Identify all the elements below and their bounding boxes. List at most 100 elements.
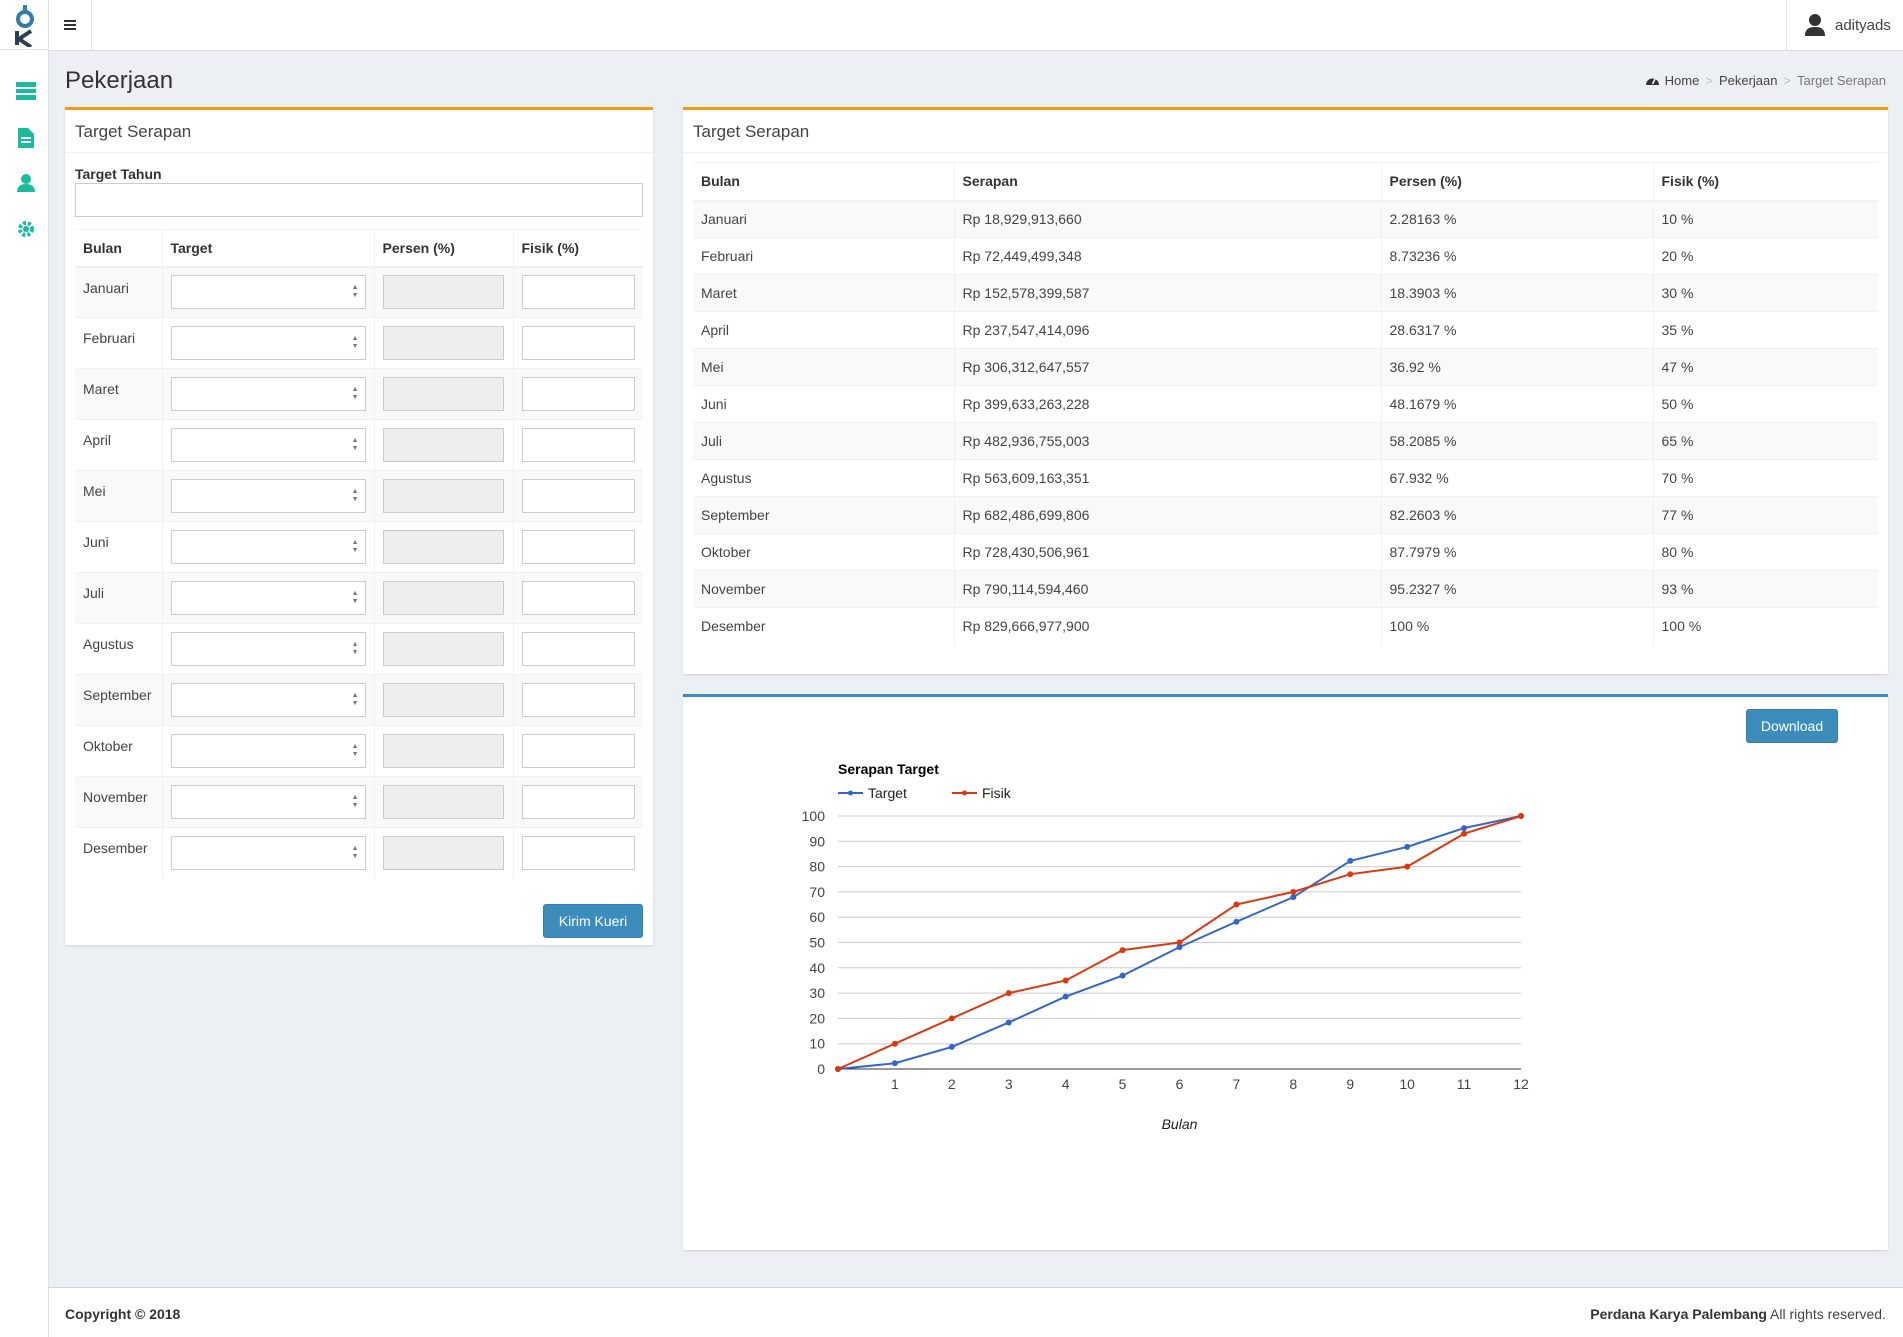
- sidebar: [0, 0, 49, 1337]
- month-cell: Juli: [693, 422, 954, 460]
- submit-button[interactable]: Kirim Kueri: [543, 904, 643, 938]
- target-number-input[interactable]: ▲ ▼: [170, 377, 366, 411]
- data-point: [1347, 871, 1354, 878]
- column-header: Persen (%): [1380, 162, 1653, 202]
- fisik-input[interactable]: [521, 683, 635, 717]
- spinner-arrows-icon[interactable]: ▲ ▼: [352, 284, 359, 300]
- column-header: Bulan: [693, 162, 954, 202]
- data-point: [1233, 918, 1240, 925]
- serapan-cell: Rp 563,609,163,351: [953, 459, 1381, 497]
- month-cell: September: [75, 674, 162, 726]
- breadcrumb-separator: >: [1783, 73, 1792, 88]
- fisik-input[interactable]: [521, 275, 635, 310]
- server-icon[interactable]: [15, 80, 37, 102]
- percent-readonly-field: [382, 479, 504, 513]
- fisik-input[interactable]: [521, 530, 635, 564]
- spinner-arrows-icon[interactable]: ▲ ▼: [352, 845, 359, 861]
- target-cell: ▲ ▼: [161, 521, 374, 573]
- serapan-cell: Rp 482,936,755,003: [953, 422, 1381, 460]
- percent-readonly-field: [382, 326, 504, 360]
- fisik-input[interactable]: [521, 836, 635, 871]
- gear-icon[interactable]: [15, 218, 37, 240]
- table-row: Maret ▲ ▼: [75, 368, 643, 420]
- percent-cell: 8.73236 %: [1380, 237, 1653, 275]
- fisik-input[interactable]: [521, 581, 635, 615]
- percent-cell: 67.932 %: [1380, 459, 1653, 497]
- target-year-input[interactable]: [75, 183, 643, 217]
- target-number-input[interactable]: ▲ ▼: [170, 734, 366, 768]
- spinner-arrows-icon[interactable]: ▲ ▼: [352, 488, 359, 504]
- target-input-table: Bulan Target Persen (%) Fisik (%) Januar…: [75, 229, 643, 879]
- target-number-input[interactable]: ▲ ▼: [170, 836, 366, 871]
- spinner-arrows-icon[interactable]: ▲ ▼: [352, 743, 359, 759]
- percent-readonly-field: [382, 785, 504, 819]
- breadcrumb-home[interactable]: Home: [1665, 73, 1700, 88]
- target-number-input[interactable]: ▲ ▼: [170, 275, 366, 310]
- menu-toggle-button[interactable]: [49, 0, 92, 50]
- fisik-cell: [512, 419, 643, 471]
- spinner-arrows-icon[interactable]: ▲ ▼: [352, 590, 359, 606]
- month-cell: Oktober: [693, 533, 954, 571]
- breadcrumb-parent[interactable]: Pekerjaan: [1719, 73, 1778, 88]
- data-point: [1119, 972, 1126, 979]
- fisik-input[interactable]: [521, 479, 635, 513]
- fisik-cell: 70 %: [1652, 459, 1878, 497]
- target-number-input[interactable]: ▲ ▼: [170, 785, 366, 819]
- spinner-arrows-icon[interactable]: ▲ ▼: [352, 386, 359, 402]
- fisik-cell: [512, 827, 643, 879]
- table-row: Agustus Rp 563,609,163,351 67.932 % 70 %: [693, 459, 1878, 497]
- x-tick-label: 3: [1005, 1076, 1013, 1092]
- target-cell: ▲ ▼: [161, 419, 374, 471]
- target-number-input[interactable]: ▲ ▼: [170, 632, 366, 666]
- topbar: adityads: [49, 0, 1903, 51]
- x-tick-label: 6: [1176, 1076, 1184, 1092]
- table-row: September ▲ ▼: [75, 674, 643, 726]
- spinner-arrows-icon[interactable]: ▲ ▼: [352, 641, 359, 657]
- serapan-cell: Rp 829,666,977,900: [953, 607, 1381, 645]
- spinner-arrows-icon[interactable]: ▲ ▼: [352, 692, 359, 708]
- percent-cell: [373, 827, 513, 879]
- app-logo[interactable]: [0, 0, 49, 50]
- spinner-arrows-icon[interactable]: ▲ ▼: [352, 539, 359, 555]
- target-number-input[interactable]: ▲ ▼: [170, 479, 366, 513]
- spinner-arrows-icon[interactable]: ▲ ▼: [352, 335, 359, 351]
- fisik-cell: [512, 725, 643, 777]
- spinner-arrows-icon[interactable]: ▲ ▼: [352, 794, 359, 810]
- serapan-cell: Rp 237,547,414,096: [953, 311, 1381, 349]
- fisik-input[interactable]: [521, 428, 635, 462]
- x-tick-label: 9: [1346, 1076, 1354, 1092]
- logo-icon: [14, 4, 34, 47]
- fisik-cell: 30 %: [1652, 274, 1878, 312]
- target-cell: ▲ ▼: [161, 725, 374, 777]
- serapan-cell: Rp 306,312,647,557: [953, 348, 1381, 386]
- spinner-arrows-icon[interactable]: ▲ ▼: [352, 437, 359, 453]
- fisik-input[interactable]: [521, 377, 635, 411]
- x-tick-label: 10: [1399, 1076, 1415, 1092]
- target-number-input[interactable]: ▲ ▼: [170, 326, 366, 360]
- target-number-input[interactable]: ▲ ▼: [170, 581, 366, 615]
- data-point: [1119, 947, 1126, 954]
- month-cell: November: [75, 776, 162, 828]
- fisik-input[interactable]: [521, 785, 635, 819]
- table-row: Januari Rp 18,929,913,660 2.28163 % 10 %: [693, 200, 1878, 238]
- panel-title: Target Serapan: [683, 110, 1888, 153]
- percent-readonly-field: [382, 734, 504, 768]
- fisik-input[interactable]: [521, 734, 635, 768]
- fisik-cell: 35 %: [1652, 311, 1878, 349]
- table-row: Juni Rp 399,633,263,228 48.1679 % 50 %: [693, 385, 1878, 423]
- document-icon[interactable]: [15, 127, 37, 149]
- user-avatar-icon: [1805, 14, 1825, 36]
- target-number-input[interactable]: ▲ ▼: [170, 683, 366, 717]
- table-row: Mei ▲ ▼: [75, 470, 643, 522]
- user-menu[interactable]: adityads: [1786, 0, 1903, 50]
- user-icon[interactable]: [15, 172, 37, 194]
- month-cell: Januari: [693, 200, 954, 238]
- data-point: [1005, 990, 1012, 997]
- target-number-input[interactable]: ▲ ▼: [170, 428, 366, 462]
- fisik-input[interactable]: [521, 326, 635, 360]
- data-point: [891, 1060, 898, 1067]
- target-year-label: Target Tahun: [75, 166, 162, 182]
- month-cell: Desember: [693, 607, 954, 645]
- fisik-input[interactable]: [521, 632, 635, 666]
- target-number-input[interactable]: ▲ ▼: [170, 530, 366, 564]
